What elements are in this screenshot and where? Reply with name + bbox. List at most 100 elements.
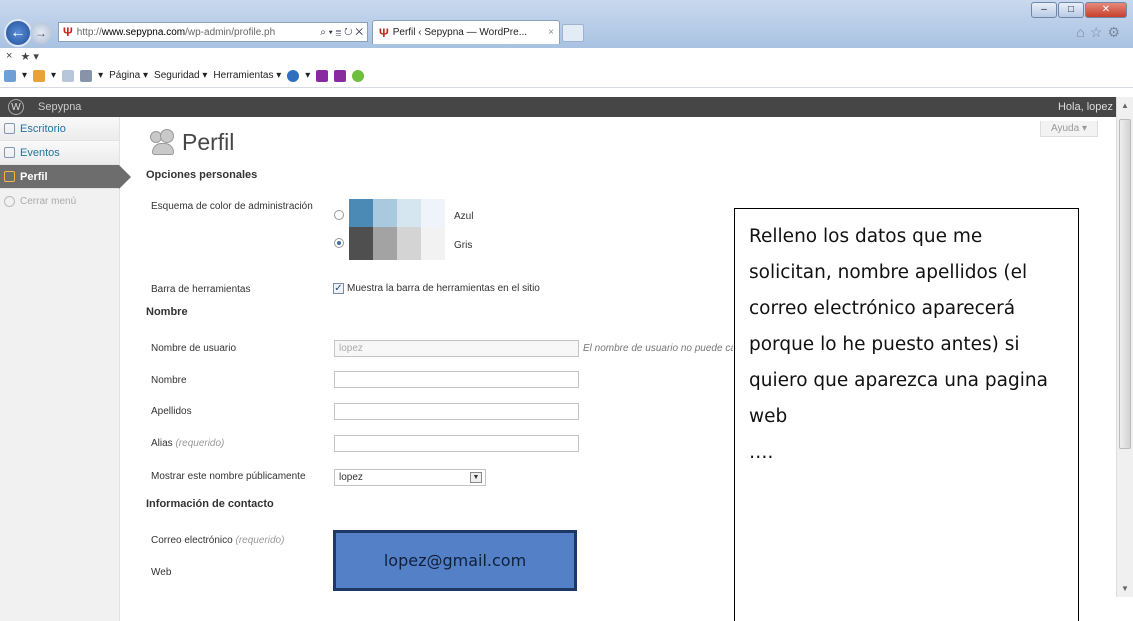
onenote-linked-icon[interactable] xyxy=(334,69,347,82)
maximize-button[interactable]: □ xyxy=(1058,2,1084,18)
section-contact-info: Información de contacto xyxy=(146,498,274,510)
collapse-arrow-icon xyxy=(4,195,15,207)
user-greeting[interactable]: Hola, lopez xyxy=(1058,101,1113,113)
username-field[interactable]: lopez xyxy=(334,340,579,357)
scheme-blue-radio[interactable] xyxy=(334,210,344,220)
scheme-blue-label: Azul xyxy=(454,211,474,222)
command-bar: ▾ ▾ ▾ Página ▾ Seguridad ▾ Herramientas … xyxy=(0,64,1133,88)
url-prefix: http:// xyxy=(76,26,102,38)
add-favorite-icon[interactable]: ★ ▾ xyxy=(20,50,38,63)
site-name[interactable]: Sepypna xyxy=(38,101,81,113)
scroll-down-icon[interactable]: ▼ xyxy=(1121,584,1129,593)
sidebar-item-profile[interactable]: Perfil xyxy=(0,165,131,189)
close-bar-icon[interactable]: × xyxy=(6,50,12,62)
home-cmd-icon[interactable] xyxy=(4,69,16,82)
settings-gear-icon[interactable]: ⚙ xyxy=(1107,24,1125,40)
sidebar-item-label: Perfil xyxy=(20,170,48,183)
tab-favicon-icon: Ψ xyxy=(379,25,389,40)
alias-label-text: Alias xyxy=(151,438,173,449)
help-cmd-icon[interactable] xyxy=(287,69,300,82)
url-domain: www.sepypna.com xyxy=(101,26,186,38)
toolbar-label: Barra de herramientas xyxy=(151,284,251,295)
annotation-callout: Relleno los datos que me solicitan, nomb… xyxy=(734,208,1079,621)
page-title: Perfil xyxy=(182,128,235,155)
forward-button[interactable]: → xyxy=(30,22,52,44)
address-bar-controls[interactable]: ⌕ ▾ ≣ ↻ ✕ xyxy=(320,27,363,38)
required-hint: (requerido) xyxy=(175,438,225,449)
first-name-field[interactable] xyxy=(334,371,579,388)
browser-titlebar: – □ ✕ ← → Ψ http://www.sepypna.com/wp-ad… xyxy=(0,0,1133,48)
feeds-icon[interactable] xyxy=(33,69,46,82)
show-toolbar-checkbox[interactable]: ✓ xyxy=(333,283,344,294)
display-name-select[interactable]: lopez ▼ xyxy=(334,469,486,486)
scheme-gray-label: Gris xyxy=(454,240,473,251)
menu-page[interactable]: Página ▾ xyxy=(109,70,148,81)
scheme-gray-swatch-2 xyxy=(373,227,397,260)
sidebar-item-label: Eventos xyxy=(20,146,60,159)
email-label: Correo electrónico (requerido) xyxy=(151,535,284,546)
users-profile-icon xyxy=(148,127,178,157)
page-scrollbar[interactable]: ▲ ▼ xyxy=(1116,97,1133,597)
last-name-label: Apellidos xyxy=(151,406,192,417)
new-tab-button[interactable] xyxy=(562,24,584,42)
color-scheme-label: Esquema de color de administración xyxy=(151,201,313,212)
wp-admin-bar: W Sepypna Hola, lopez xyxy=(0,97,1133,117)
sidebar-item-events[interactable]: Eventos xyxy=(0,141,119,165)
wordpress-logo-icon[interactable]: W xyxy=(8,99,24,115)
nav-buttons: ← → xyxy=(0,19,52,47)
house-icon xyxy=(4,123,15,134)
scroll-up-icon[interactable]: ▲ xyxy=(1121,101,1129,110)
print-icon[interactable] xyxy=(80,69,93,82)
mail-icon[interactable] xyxy=(62,69,75,82)
minimize-button[interactable]: – xyxy=(1031,2,1057,18)
browser-tab[interactable]: Ψ Perfil ‹ Sepypna — WordPre... × xyxy=(372,20,560,44)
username-note: El nombre de usuario no puede ca xyxy=(583,343,733,354)
last-name-field[interactable] xyxy=(334,403,579,420)
page-heading: Perfil xyxy=(148,127,234,157)
onenote-icon[interactable] xyxy=(316,69,329,82)
sidebar-item-label: Escritorio xyxy=(20,122,66,135)
username-label: Nombre de usuario xyxy=(151,343,237,354)
annotation-callout-text: Relleno los datos que me solicitan, nomb… xyxy=(749,226,1048,463)
favorites-star-icon[interactable]: ☆ xyxy=(1090,24,1108,40)
tab-title: Perfil ‹ Sepypna — WordPre... xyxy=(392,27,528,38)
chevron-down-icon[interactable]: ▼ xyxy=(470,472,482,483)
tab-close-icon[interactable]: × xyxy=(548,27,554,38)
scrollbar-thumb[interactable] xyxy=(1119,119,1131,449)
display-name-value: lopez xyxy=(339,472,363,483)
email-label-text: Correo electrónico xyxy=(151,535,233,546)
back-button[interactable]: ← xyxy=(4,19,32,47)
scheme-gray-swatch-1 xyxy=(349,227,373,260)
close-window-button[interactable]: ✕ xyxy=(1085,2,1127,18)
sidebar-collapse-menu[interactable]: Cerrar menú xyxy=(0,189,119,213)
scheme-gray-radio[interactable] xyxy=(334,238,344,248)
browser-toolbar-icons[interactable]: ⌂☆⚙ xyxy=(1076,24,1125,41)
admin-sidebar: Escritorio Eventos Perfil Cerrar menú xyxy=(0,117,131,621)
section-name: Nombre xyxy=(146,306,188,318)
sidebar-item-dashboard[interactable]: Escritorio xyxy=(0,117,119,141)
alias-label: Alias (requerido) xyxy=(151,438,224,449)
display-name-label: Mostrar este nombre públicamente xyxy=(151,471,306,482)
menu-security[interactable]: Seguridad ▾ xyxy=(154,70,207,81)
home-icon[interactable]: ⌂ xyxy=(1076,24,1089,40)
show-toolbar-checkbox-label: Muestra la barra de herramientas en el s… xyxy=(347,283,540,294)
calendar-icon xyxy=(4,147,15,158)
web-label: Web xyxy=(151,567,172,578)
favorites-bar: × ★ ▾ xyxy=(0,48,1133,64)
messenger-icon[interactable] xyxy=(352,69,365,82)
email-highlight-overlay: lopez@gmail.com xyxy=(333,530,577,591)
site-favicon-icon: Ψ xyxy=(63,25,73,39)
menu-tools[interactable]: Herramientas ▾ xyxy=(213,70,281,81)
window-controls: – □ ✕ xyxy=(1031,2,1127,18)
help-button[interactable]: Ayuda ▾ xyxy=(1040,121,1098,137)
scheme-gray-swatch-4 xyxy=(421,227,445,260)
scheme-gray-swatch-3 xyxy=(397,227,421,260)
address-bar[interactable]: Ψ http://www.sepypna.com/wp-admin/profil… xyxy=(58,22,368,42)
section-personal-options: Opciones personales xyxy=(146,169,258,181)
sidebar-item-label: Cerrar menú xyxy=(20,195,77,207)
first-name-label: Nombre xyxy=(151,375,187,386)
alias-field[interactable] xyxy=(334,435,579,452)
url-path: /wp-admin/profile.ph xyxy=(185,26,276,38)
users-icon xyxy=(4,171,15,182)
required-hint: (requerido) xyxy=(235,535,285,546)
